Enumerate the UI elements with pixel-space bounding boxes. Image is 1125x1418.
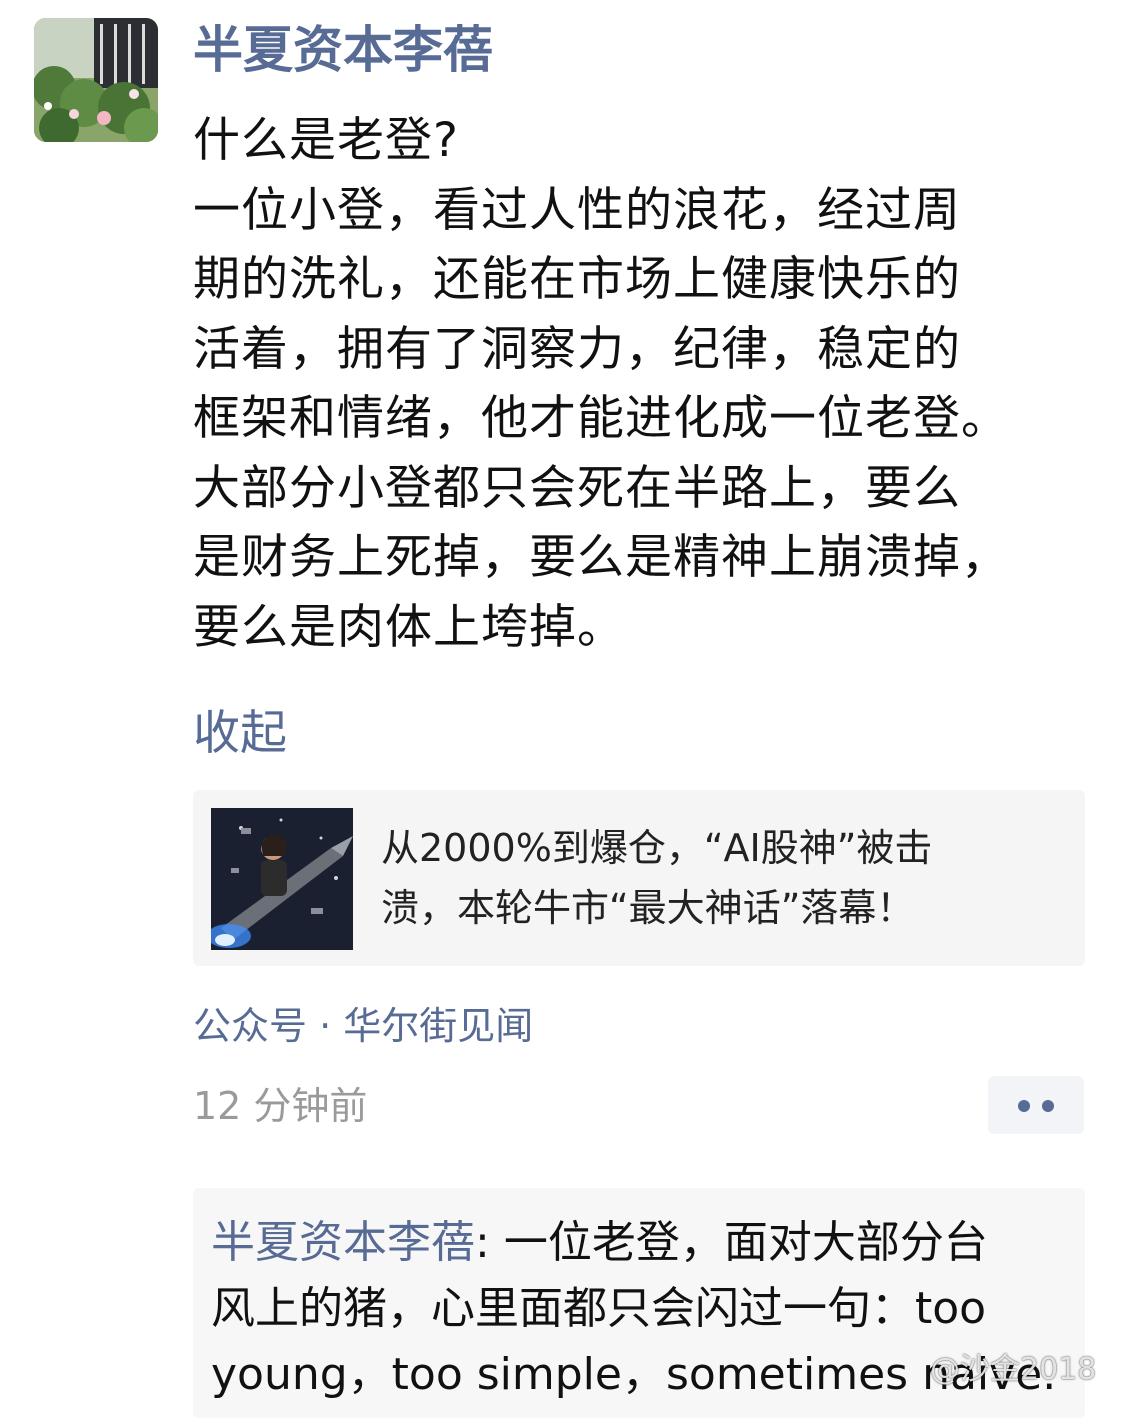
post-body: 什么是老登? 一位小登，看过人性的浪花，经过周 期的洗礼，还能在市场上健康快乐的…	[193, 106, 1093, 662]
source-link[interactable]: 公众号 · 华尔街见闻	[193, 998, 533, 1054]
post-author-name[interactable]: 半夏资本李蓓	[193, 18, 493, 82]
post-body-line: 是财务上死掉，要么是精神上崩溃掉，	[193, 530, 1009, 585]
post-body-line: 要么是肉体上垮掉。	[193, 599, 625, 655]
share-title-line: 溃，本轮牛市“最大神话”落幕！	[381, 886, 915, 930]
rocket-rider-thumbnail	[211, 808, 353, 950]
comment-author-name[interactable]: 半夏资本李蓓	[211, 1217, 475, 1268]
post-body-line: 框架和情绪，他才能进化成一位老登。	[193, 391, 1009, 446]
more-dots-icon	[1018, 1100, 1030, 1112]
author-avatar[interactable]	[34, 18, 158, 142]
post-body-line: 活着，拥有了洞察力，纪律，稳定的	[193, 321, 961, 377]
comment-line: 半夏资本李蓓: 一位老登，面对大部分台	[211, 1210, 1071, 1276]
post-body-line: 大部分小登都只会死在半路上，要么	[193, 460, 961, 516]
shared-article-card[interactable]: 从2000%到爆仓，“AI股神”被击 溃，本轮牛市“最大神话”落幕！	[193, 790, 1085, 966]
more-dots-icon	[1042, 1100, 1054, 1112]
post-timestamp: 12 分钟前	[193, 1084, 368, 1128]
garden-photo-avatar	[34, 18, 158, 142]
post-body-line: 期的洗礼，还能在市场上健康快乐的	[193, 252, 961, 307]
post-body-line: 什么是老登?	[193, 113, 459, 168]
share-thumbnail	[211, 808, 353, 950]
share-title-line: 从2000%到爆仓，“AI股神”被击	[381, 826, 933, 870]
share-card-title: 从2000%到爆仓，“AI股神”被击 溃，本轮牛市“最大神话”落幕！	[381, 818, 1061, 938]
more-options-button[interactable]	[988, 1076, 1084, 1134]
collapse-link[interactable]: 收起	[193, 698, 287, 770]
watermark: @沙金2018	[930, 1352, 1097, 1387]
comment-text-start: 一位老登，面对大部分台	[489, 1217, 988, 1268]
post-body-line: 一位小登，看过人性的浪花，经过周	[193, 182, 961, 238]
comment-line: 风上的猪，心里面都只会闪过一句：too	[211, 1283, 987, 1334]
comment-separator: :	[475, 1217, 490, 1268]
